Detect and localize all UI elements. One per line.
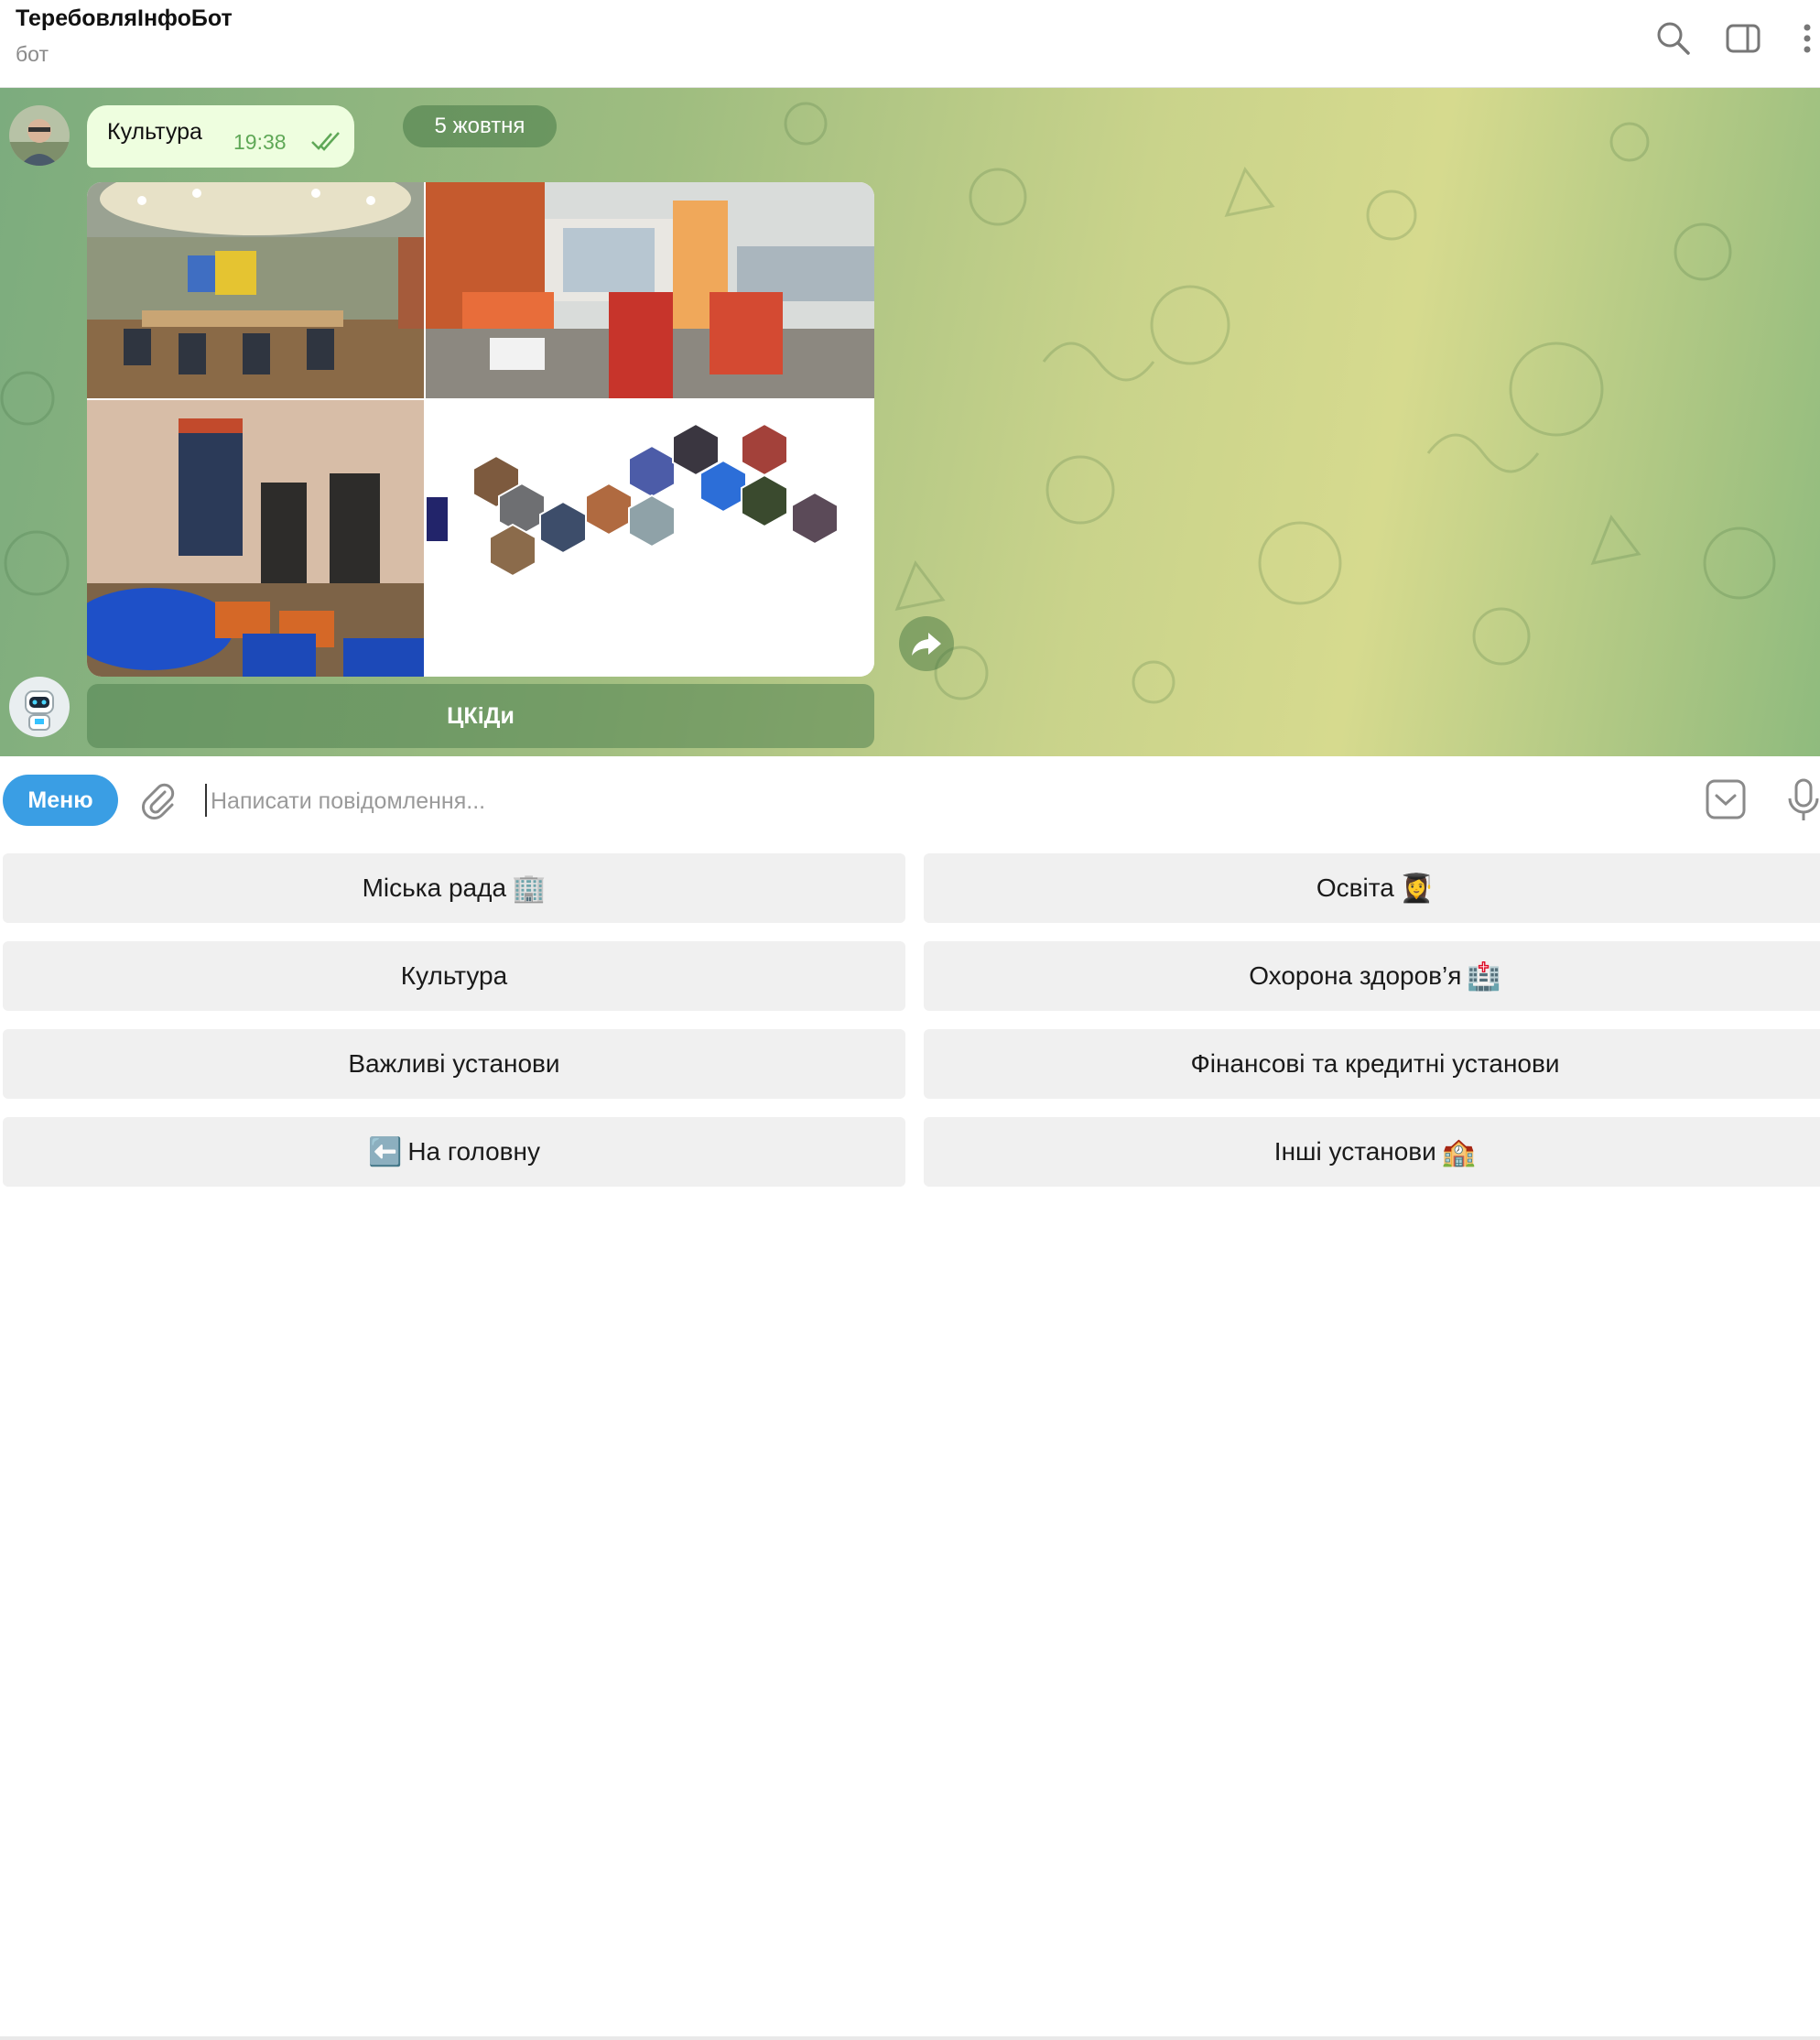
keyboard-button-label: Освіта (1316, 874, 1394, 902)
keyboard-button-label: На головну (407, 1137, 541, 1166)
chat-area[interactable]: 5 жовтня Культура 19:38 ЦКіДи (0, 87, 1820, 756)
message-bubble[interactable]: Культура 19:38 (87, 105, 354, 168)
chat-subtitle: бот (16, 42, 49, 66)
message-text: Культура (107, 119, 202, 145)
keyboard-button-label: Охорона здоров’я (1249, 961, 1462, 990)
double-check-icon (311, 132, 340, 151)
attach-icon[interactable] (137, 779, 178, 819)
menu-button[interactable]: Меню (3, 775, 118, 826)
keyboard-button-label: Важливі установи (348, 1049, 560, 1078)
keyboard-button-important-institutions[interactable]: Важливі установи (3, 1029, 905, 1099)
divider (0, 2036, 1820, 2040)
message-time: 19:38 (233, 130, 287, 154)
office-building-icon: 🏢 (512, 873, 547, 904)
user-avatar[interactable] (9, 105, 70, 166)
keyboard-button-label: Інші установи (1273, 1137, 1436, 1166)
microphone-icon[interactable] (1785, 776, 1820, 822)
school-icon: 🏫 (1441, 1136, 1477, 1167)
inline-button-ckidy[interactable]: ЦКіДи (87, 684, 874, 748)
forward-icon (912, 633, 941, 656)
album-photo[interactable] (426, 182, 874, 398)
message-input[interactable] (209, 780, 1586, 822)
keyboard-button-healthcare[interactable]: Охорона здоров’я 🏥 (924, 941, 1820, 1011)
chat-header: ТеребовляІнфоБот бот (0, 0, 1820, 88)
keyboard-button-education[interactable]: Освіта 👩‍🎓 (924, 853, 1820, 923)
keyboard-button-home[interactable]: ⬅️ На головну (3, 1117, 905, 1187)
date-separator: 5 жовтня (403, 105, 557, 147)
text-cursor (205, 784, 207, 817)
keyboard-button-city-council[interactable]: Міська рада 🏢 (3, 853, 905, 923)
photo-album[interactable] (87, 182, 874, 677)
keyboard-button-label: Культура (400, 961, 508, 990)
keyboard-button-financial-institutions[interactable]: Фінансові та кредитні установи (924, 1029, 1820, 1099)
search-icon[interactable] (1653, 18, 1694, 59)
composer: Меню (0, 756, 1820, 842)
reply-keyboard: Міська рада 🏢 Освіта 👩‍🎓 Культура Охорона … (0, 842, 1820, 2040)
chat-title[interactable]: ТеребовляІнфоБот (16, 5, 233, 32)
album-photo[interactable] (87, 400, 424, 677)
keyboard-button-label: Фінансові та кредитні установи (1190, 1049, 1560, 1078)
keyboard-button-culture[interactable]: Культура (3, 941, 905, 1011)
more-icon[interactable] (1789, 18, 1820, 59)
sidebar-toggle-icon[interactable] (1723, 18, 1763, 59)
forward-button[interactable] (899, 616, 954, 671)
album-photo[interactable] (87, 182, 424, 398)
bot-avatar[interactable] (9, 677, 70, 737)
album-photo[interactable] (426, 400, 874, 677)
left-arrow-icon: ⬅️ (367, 1136, 403, 1167)
keyboard-button-other-institutions[interactable]: Інші установи 🏫 (924, 1117, 1820, 1187)
hospital-icon: 🏥 (1467, 960, 1501, 992)
student-icon: 👩‍🎓 (1399, 873, 1435, 904)
keyboard-toggle-icon[interactable] (1705, 778, 1747, 820)
keyboard-button-label: Міська рада (362, 874, 507, 902)
